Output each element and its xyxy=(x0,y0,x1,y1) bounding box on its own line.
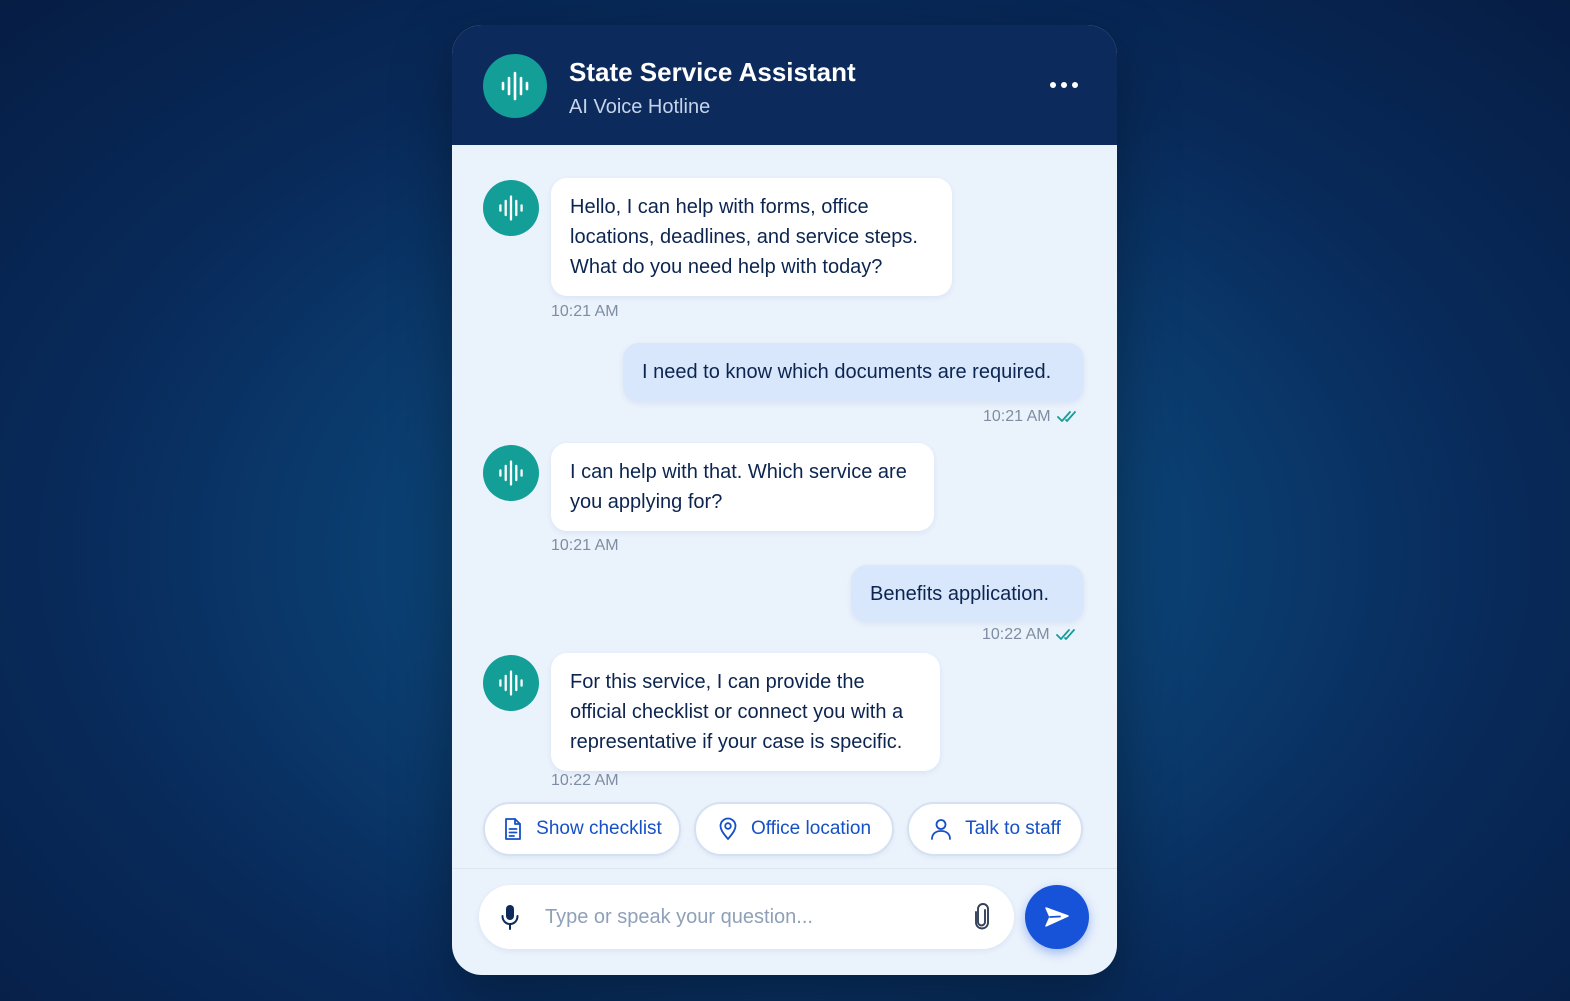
voice-wave-icon xyxy=(499,670,523,696)
composer-divider xyxy=(452,868,1117,869)
person-icon xyxy=(931,819,952,840)
composer xyxy=(479,885,1014,949)
assistant-avatar xyxy=(483,54,547,118)
assistant-message: Hello, I can help with forms, office loc… xyxy=(551,178,952,296)
paperclip-icon xyxy=(975,903,989,930)
message-list[interactable]: Hello, I can help with forms, office loc… xyxy=(452,145,1117,867)
assistant-avatar xyxy=(483,445,539,501)
double-check-icon xyxy=(1055,629,1075,640)
message-timestamp: 10:22 AM xyxy=(551,772,619,789)
message-timestamp: 10:21 AM xyxy=(551,303,619,320)
show-checklist-button[interactable]: Show checklist xyxy=(483,802,681,856)
chat-widget: State Service Assistant AI Voice Hotline… xyxy=(452,25,1117,975)
message-timestamp: 10:22 AM xyxy=(982,626,1050,643)
message-timestamp: 10:21 AM xyxy=(983,408,1051,425)
talk-to-staff-button[interactable]: Talk to staff xyxy=(907,802,1083,856)
assistant-subtitle: AI Voice Hotline xyxy=(569,96,711,118)
chat-header: State Service Assistant AI Voice Hotline xyxy=(452,25,1117,145)
double-check-icon xyxy=(1056,411,1076,422)
assistant-title: State Service Assistant xyxy=(569,57,856,87)
microphone-button[interactable] xyxy=(499,903,521,936)
assistant-message: I can help with that. Which service are … xyxy=(551,443,934,531)
question-input[interactable] xyxy=(545,899,945,935)
document-icon xyxy=(505,818,522,840)
quick-reply-label: Talk to staff xyxy=(965,818,1061,839)
message-timestamp-row: 10:21 AM xyxy=(983,408,1081,426)
assistant-avatar xyxy=(483,655,539,711)
quick-reply-label: Show checklist xyxy=(536,818,662,839)
send-icon xyxy=(1045,907,1069,927)
attach-button[interactable] xyxy=(971,903,993,936)
more-horizontal-icon xyxy=(1050,82,1056,88)
message-timestamp: 10:21 AM xyxy=(551,537,619,554)
user-message: I need to know which documents are requi… xyxy=(623,343,1084,402)
user-message: Benefits application. xyxy=(851,565,1084,622)
voice-wave-icon xyxy=(501,71,529,101)
microphone-icon xyxy=(501,905,519,930)
message-timestamp-row: 10:22 AM xyxy=(982,626,1080,644)
assistant-avatar xyxy=(483,180,539,236)
location-pin-icon xyxy=(719,817,737,840)
send-button[interactable] xyxy=(1025,885,1089,949)
voice-wave-icon xyxy=(499,195,523,221)
quick-reply-label: Office location xyxy=(750,818,872,839)
office-location-button[interactable]: Office location xyxy=(694,802,894,856)
voice-wave-icon xyxy=(499,460,523,486)
assistant-message: For this service, I can provide the offi… xyxy=(551,653,940,771)
more-options-button[interactable] xyxy=(1042,73,1086,97)
